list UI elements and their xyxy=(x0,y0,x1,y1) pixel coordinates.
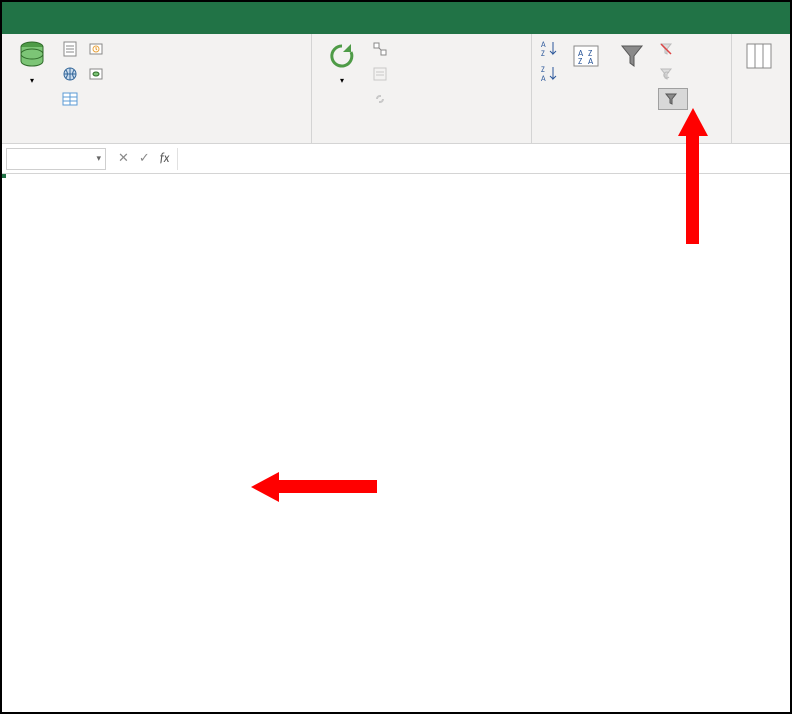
refresh-all-button[interactable]: ▾ xyxy=(318,38,366,86)
edit-links-button xyxy=(372,88,392,110)
svg-text:A: A xyxy=(588,56,594,67)
group-label xyxy=(318,138,525,143)
svg-text:Z: Z xyxy=(541,49,545,59)
properties-icon xyxy=(372,66,388,82)
cancel-icon[interactable]: ✕ xyxy=(118,151,129,166)
from-text-csv-button[interactable] xyxy=(62,38,82,60)
formula-input[interactable] xyxy=(177,148,790,170)
table-icon xyxy=(62,91,78,107)
queries-connections-button[interactable] xyxy=(372,38,392,60)
name-box[interactable]: ▾ xyxy=(6,148,106,170)
get-data-button[interactable]: ▾ xyxy=(8,38,56,86)
sort-button[interactable]: AZZA xyxy=(566,38,606,74)
group-label xyxy=(8,138,305,143)
group-label xyxy=(538,138,725,143)
svg-text:Z: Z xyxy=(578,56,582,67)
refresh-icon xyxy=(326,40,358,72)
recent-icon xyxy=(88,41,104,57)
clear-icon xyxy=(658,41,674,57)
links-icon xyxy=(372,91,388,107)
sort-icon: AZZA xyxy=(570,40,602,72)
sort-desc-icon[interactable]: ZA xyxy=(538,63,560,85)
clear-filter-button xyxy=(658,38,688,60)
advanced-icon xyxy=(663,91,679,107)
funnel-icon xyxy=(616,40,648,72)
text-file-icon xyxy=(62,41,78,57)
fx-icon[interactable]: fx xyxy=(160,151,170,166)
svg-text:A: A xyxy=(541,74,546,84)
connection-icon xyxy=(88,66,104,82)
properties-button xyxy=(372,63,392,85)
text-to-columns-button[interactable] xyxy=(738,38,780,74)
enter-icon[interactable]: ✓ xyxy=(139,151,150,166)
reapply-button xyxy=(658,63,688,85)
ribbon: ▾ xyxy=(2,34,790,144)
existing-connections-button[interactable] xyxy=(88,63,108,85)
advanced-filter-button[interactable] xyxy=(658,88,688,110)
database-icon xyxy=(16,40,48,72)
formula-bar: ▾ ✕ ✓ fx xyxy=(2,144,790,174)
reapply-icon xyxy=(658,66,674,82)
from-table-range-button[interactable] xyxy=(62,88,82,110)
globe-icon xyxy=(62,66,78,82)
ribbon-tabs xyxy=(2,2,790,34)
from-web-button[interactable] xyxy=(62,63,82,85)
sort-asc-icon[interactable]: AZ xyxy=(538,38,560,60)
text-columns-icon xyxy=(743,40,775,72)
recent-sources-button[interactable] xyxy=(88,38,108,60)
queries-icon xyxy=(372,41,388,57)
filter-button[interactable] xyxy=(612,38,652,74)
